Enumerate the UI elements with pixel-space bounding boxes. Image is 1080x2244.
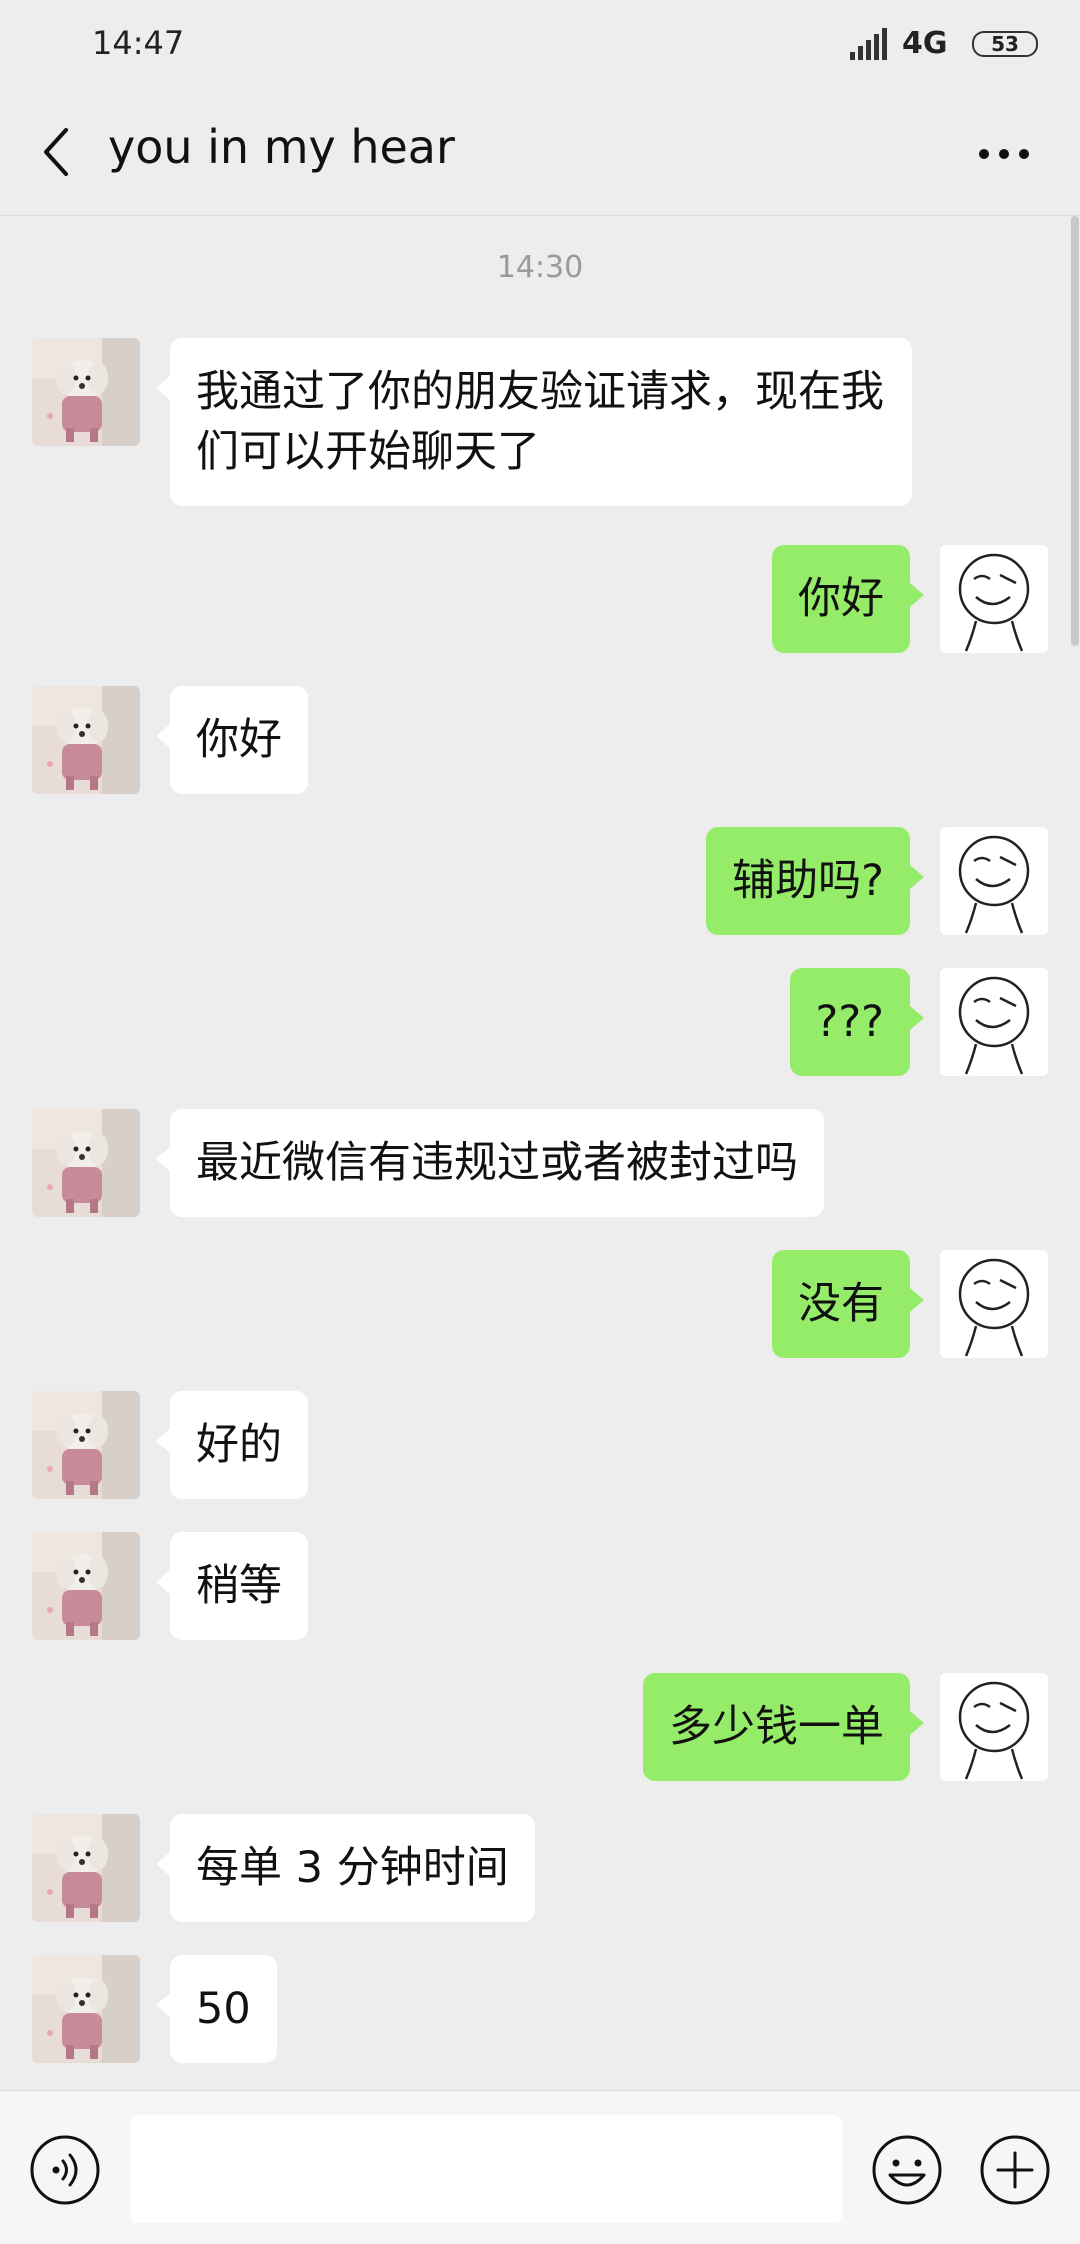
chat-timestamp: 14:30 <box>496 250 584 285</box>
message-bubble-outgoing[interactable]: 没有 <box>772 1250 924 1358</box>
status-time: 14:47 <box>92 24 185 62</box>
contact-avatar[interactable] <box>32 1391 140 1499</box>
my-avatar[interactable] <box>940 1250 1048 1358</box>
message-bubble-incoming[interactable]: 我通过了你的朋友验证请求，现在我们可以开始聊天了 <box>156 338 912 506</box>
emoji-icon[interactable] <box>870 2133 944 2207</box>
message-input[interactable] <box>130 2115 842 2223</box>
contact-avatar[interactable] <box>32 1955 140 2063</box>
message-bubble-outgoing[interactable]: ??? <box>789 968 925 1076</box>
message-row: 最近微信有违规过或者被封过吗 <box>0 1109 1080 1219</box>
message-row: 50 <box>0 1955 1080 2065</box>
chevron-left-icon[interactable] <box>34 122 78 182</box>
status-bar: 14:47 4G 53 <box>0 0 1080 90</box>
message-row: 多少钱一单 <box>0 1673 1080 1783</box>
plus-icon[interactable] <box>978 2133 1052 2207</box>
contact-avatar[interactable] <box>32 686 140 794</box>
message-row: 我通过了你的朋友验证请求，现在我们可以开始聊天了 <box>0 338 1080 510</box>
message-row: 你好 <box>0 545 1080 655</box>
more-horizontal-icon[interactable] <box>974 134 1034 174</box>
message-row: 稍等 <box>0 1532 1080 1642</box>
message-bubble-incoming[interactable]: 你好 <box>156 686 308 794</box>
message-row: ??? <box>0 968 1080 1078</box>
message-row: 辅助吗? <box>0 827 1080 937</box>
message-bubble-incoming[interactable]: 50 <box>156 1955 277 2063</box>
my-avatar[interactable] <box>940 827 1048 935</box>
message-bubble-outgoing[interactable]: 多少钱一单 <box>643 1673 924 1781</box>
network-label: 4G <box>902 26 948 61</box>
message-bubble-outgoing[interactable]: 辅助吗? <box>706 827 924 935</box>
chat-header: you in my hear <box>0 90 1080 216</box>
message-bubble-incoming[interactable]: 最近微信有违规过或者被封过吗 <box>156 1109 824 1217</box>
my-avatar[interactable] <box>940 968 1048 1076</box>
contact-avatar[interactable] <box>32 338 140 446</box>
message-bubble-incoming[interactable]: 好的 <box>156 1391 308 1499</box>
message-bubble-incoming[interactable]: 每单 3 分钟时间 <box>156 1814 535 1922</box>
voice-icon[interactable] <box>28 2133 102 2207</box>
message-row: 每单 3 分钟时间 <box>0 1814 1080 1924</box>
contact-avatar[interactable] <box>32 1109 140 1217</box>
signal-icon <box>850 28 887 60</box>
my-avatar[interactable] <box>940 545 1048 653</box>
message-bubble-outgoing[interactable]: 你好 <box>772 545 924 653</box>
battery-indicator: 53 <box>972 31 1038 57</box>
chat-title: you in my hear <box>108 120 455 174</box>
message-row: 好的 <box>0 1391 1080 1501</box>
input-bar <box>0 2090 1080 2244</box>
message-row: 你好 <box>0 686 1080 796</box>
my-avatar[interactable] <box>940 1673 1048 1781</box>
contact-avatar[interactable] <box>32 1532 140 1640</box>
message-bubble-incoming[interactable]: 稍等 <box>156 1532 308 1640</box>
message-row: 没有 <box>0 1250 1080 1360</box>
contact-avatar[interactable] <box>32 1814 140 1922</box>
